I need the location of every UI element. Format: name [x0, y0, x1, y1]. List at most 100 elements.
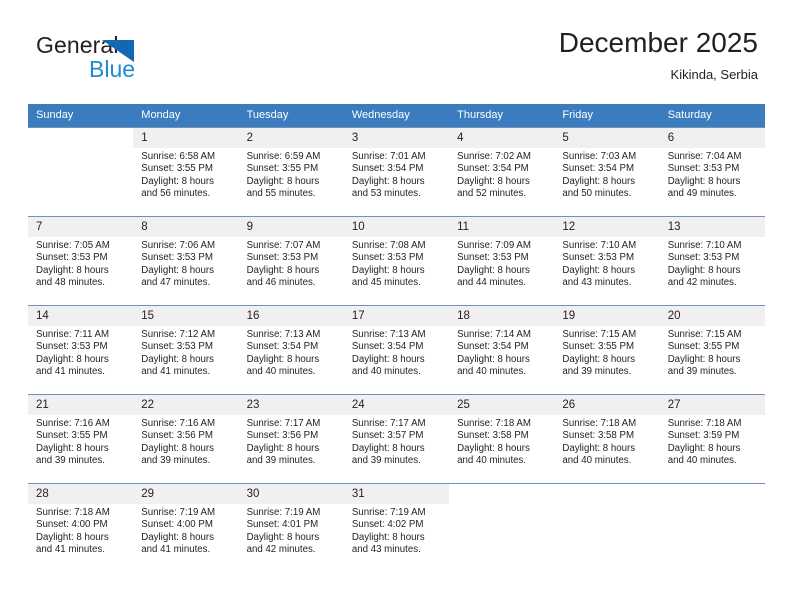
page-header: General Blue December 2025 Kikinda, Serb… [0, 0, 792, 100]
day-sunset-text: Sunset: 4:00 PM [141, 519, 213, 531]
calendar-day-cell[interactable]: 27 Sunrise: 7:18 AM Sunset: 3:59 PM Dayligh… [659, 394, 765, 484]
day-sunrise-text: Sunrise: 7:06 AM [141, 240, 216, 251]
calendar-page: General Blue December 2025 Kikinda, Serb… [0, 0, 792, 612]
day-daylight1-text: Daylight: 8 hours [562, 264, 636, 276]
calendar-day-cell[interactable]: 2 Sunrise: 6:59 AM Sunset: 3:55 PM Daylight… [238, 127, 344, 217]
day-daylight2-text: and 42 minutes. [667, 277, 737, 289]
day-details: Sunrise: 7:19 AM Sunset: 4:00 PM Daylight:… [133, 504, 238, 557]
calendar-day-cell[interactable]: 8 Sunrise: 7:06 AM Sunset: 3:53 PM Daylight… [133, 216, 239, 306]
day-daylight2-text: and 40 minutes. [457, 455, 527, 467]
day-sunset-text: Sunset: 3:53 PM [667, 252, 740, 264]
day-number: 27 [659, 395, 765, 415]
day-number: 4 [449, 128, 555, 148]
day-sunset-text: Sunset: 3:55 PM [246, 163, 319, 175]
day-sunrise-text: Sunrise: 7:05 AM [36, 240, 110, 251]
calendar-day-cell[interactable]: 20 Sunrise: 7:15 AM Sunset: 3:55 PM Dayligh… [659, 305, 765, 395]
calendar-day-cell[interactable]: 1 Sunrise: 6:58 AM Sunset: 3:55 PM Daylight… [133, 127, 239, 217]
day-daylight1-text: Daylight: 8 hours [457, 264, 530, 276]
day-number: 8 [133, 217, 239, 237]
calendar-day-cell[interactable]: 18 Sunrise: 7:14 AM Sunset: 3:54 PM Dayligh… [449, 305, 555, 395]
day-details: Sunrise: 7:10 AM Sunset: 3:53 PM Daylight:… [554, 237, 659, 290]
calendar-day-cell[interactable]: 7 Sunrise: 7:05 AM Sunset: 3:53 PM Daylight… [28, 216, 134, 306]
calendar-day-cell[interactable]: 25 Sunrise: 7:18 AM Sunset: 3:58 PM Dayligh… [449, 394, 555, 484]
day-daylight2-text: and 40 minutes. [457, 366, 527, 378]
day-daylight2-text: and 39 minutes. [246, 455, 316, 467]
calendar-body: 1 Sunrise: 6:58 AM Sunset: 3:55 PM Daylight… [28, 127, 765, 572]
day-sunset-text: Sunset: 3:53 PM [457, 252, 529, 264]
day-sunset-text: Sunset: 3:54 PM [246, 341, 319, 353]
day-details: Sunrise: 7:15 AM Sunset: 3:55 PM Daylight:… [554, 326, 659, 379]
day-daylight1-text: Daylight: 8 hours [562, 442, 636, 454]
day-sunset-text: Sunset: 3:53 PM [141, 252, 213, 264]
calendar-day-cell[interactable]: 29 Sunrise: 7:19 AM Sunset: 4:00 PM Dayligh… [133, 483, 239, 572]
brand-logo[interactable]: General Blue [36, 32, 256, 88]
calendar-day-cell[interactable]: 10 Sunrise: 7:08 AM Sunset: 3:53 PM Dayligh… [343, 216, 450, 306]
calendar-day-cell[interactable]: 16 Sunrise: 7:13 AM Sunset: 3:54 PM Dayligh… [238, 305, 344, 395]
weekday-header-tuesday: Tuesday [238, 104, 344, 128]
day-number: 21 [28, 395, 134, 415]
calendar-day-cell[interactable]: 31 Sunrise: 7:19 AM Sunset: 4:02 PM Dayligh… [343, 483, 450, 572]
calendar-day-cell[interactable]: 23 Sunrise: 7:17 AM Sunset: 3:56 PM Dayligh… [238, 394, 344, 484]
day-sunset-text: Sunset: 3:54 PM [457, 163, 529, 175]
day-number: 2 [238, 128, 344, 148]
day-details: Sunrise: 6:58 AM Sunset: 3:55 PM Daylight:… [133, 148, 238, 201]
day-daylight2-text: and 47 minutes. [141, 277, 211, 289]
calendar-day-cell[interactable]: 5 Sunrise: 7:03 AM Sunset: 3:54 PM Daylight… [554, 127, 660, 217]
day-details: Sunrise: 7:18 AM Sunset: 3:59 PM Daylight:… [660, 415, 765, 468]
day-sunrise-text: Sunrise: 7:09 AM [457, 240, 531, 251]
day-daylight2-text: and 39 minutes. [141, 455, 211, 467]
calendar-day-cell[interactable]: 30 Sunrise: 7:19 AM Sunset: 4:01 PM Dayligh… [238, 483, 344, 572]
day-sunset-text: Sunset: 3:53 PM [36, 341, 108, 353]
day-sunset-text: Sunset: 3:54 PM [351, 341, 424, 353]
day-sunrise-text: Sunrise: 6:58 AM [141, 151, 216, 162]
day-daylight1-text: Daylight: 8 hours [141, 442, 214, 454]
calendar-day-cell[interactable]: 15 Sunrise: 7:12 AM Sunset: 3:53 PM Dayligh… [133, 305, 239, 395]
calendar-cell-empty [449, 483, 555, 572]
weekday-header-row: Sunday Monday Tuesday Wednesday Thursday… [28, 104, 765, 128]
day-daylight1-text: Daylight: 8 hours [246, 175, 320, 187]
calendar-day-cell[interactable]: 4 Sunrise: 7:02 AM Sunset: 3:54 PM Daylight… [449, 127, 555, 217]
day-number: 9 [238, 217, 344, 237]
calendar-day-cell[interactable]: 13 Sunrise: 7:10 AM Sunset: 3:53 PM Dayligh… [659, 216, 765, 306]
calendar-cell-empty [28, 127, 134, 217]
calendar-day-cell[interactable]: 14 Sunrise: 7:11 AM Sunset: 3:53 PM Dayligh… [28, 305, 134, 395]
day-details: Sunrise: 7:16 AM Sunset: 3:56 PM Daylight:… [133, 415, 238, 468]
day-details: Sunrise: 6:59 AM Sunset: 3:55 PM Daylight:… [239, 148, 344, 201]
day-sunset-text: Sunset: 3:53 PM [351, 252, 424, 264]
calendar-day-cell[interactable]: 28 Sunrise: 7:18 AM Sunset: 4:00 PM Dayligh… [28, 483, 134, 572]
day-sunset-text: Sunset: 3:53 PM [141, 341, 213, 353]
day-details: Sunrise: 7:03 AM Sunset: 3:54 PM Daylight:… [554, 148, 659, 201]
day-sunrise-text: Sunrise: 7:12 AM [141, 329, 216, 340]
day-number: 1 [133, 128, 239, 148]
calendar-day-cell[interactable]: 24 Sunrise: 7:17 AM Sunset: 3:57 PM Dayligh… [343, 394, 450, 484]
day-number: 31 [343, 484, 450, 504]
day-daylight2-text: and 48 minutes. [36, 277, 105, 289]
day-number: 14 [28, 306, 134, 326]
calendar-day-cell[interactable]: 6 Sunrise: 7:04 AM Sunset: 3:53 PM Daylight… [659, 127, 765, 217]
calendar-day-cell[interactable]: 26 Sunrise: 7:18 AM Sunset: 3:58 PM Dayligh… [554, 394, 660, 484]
day-daylight1-text: Daylight: 8 hours [562, 175, 636, 187]
day-daylight2-text: and 45 minutes. [351, 277, 421, 289]
calendar-day-cell[interactable]: 17 Sunrise: 7:13 AM Sunset: 3:54 PM Dayligh… [343, 305, 450, 395]
calendar-day-cell[interactable]: 19 Sunrise: 7:15 AM Sunset: 3:55 PM Dayligh… [554, 305, 660, 395]
day-daylight2-text: and 39 minutes. [36, 455, 105, 467]
day-number: 7 [28, 217, 134, 237]
calendar-day-cell[interactable]: 22 Sunrise: 7:16 AM Sunset: 3:56 PM Dayligh… [133, 394, 239, 484]
calendar-day-cell[interactable]: 3 Sunrise: 7:01 AM Sunset: 3:54 PM Daylight… [343, 127, 450, 217]
calendar-day-cell[interactable]: 11 Sunrise: 7:09 AM Sunset: 3:53 PM Dayligh… [449, 216, 555, 306]
day-sunrise-text: Sunrise: 7:18 AM [562, 418, 637, 429]
day-daylight1-text: Daylight: 8 hours [141, 531, 214, 543]
day-number: 25 [449, 395, 555, 415]
day-sunrise-text: Sunrise: 7:19 AM [141, 507, 216, 518]
calendar-day-cell[interactable]: 9 Sunrise: 7:07 AM Sunset: 3:53 PM Daylight… [238, 216, 344, 306]
day-daylight2-text: and 42 minutes. [246, 544, 316, 556]
day-details: Sunrise: 7:17 AM Sunset: 3:56 PM Daylight:… [239, 415, 344, 468]
day-sunrise-text: Sunrise: 7:18 AM [36, 507, 110, 518]
calendar-cell-empty [659, 483, 765, 572]
title-block: December 2025 Kikinda, Serbia [559, 26, 758, 84]
day-daylight2-text: and 40 minutes. [246, 366, 316, 378]
day-number: 24 [343, 395, 450, 415]
calendar-day-cell[interactable]: 12 Sunrise: 7:10 AM Sunset: 3:53 PM Dayligh… [554, 216, 660, 306]
calendar-day-cell[interactable]: 21 Sunrise: 7:16 AM Sunset: 3:55 PM Dayligh… [28, 394, 134, 484]
day-daylight2-text: and 39 minutes. [562, 366, 632, 378]
